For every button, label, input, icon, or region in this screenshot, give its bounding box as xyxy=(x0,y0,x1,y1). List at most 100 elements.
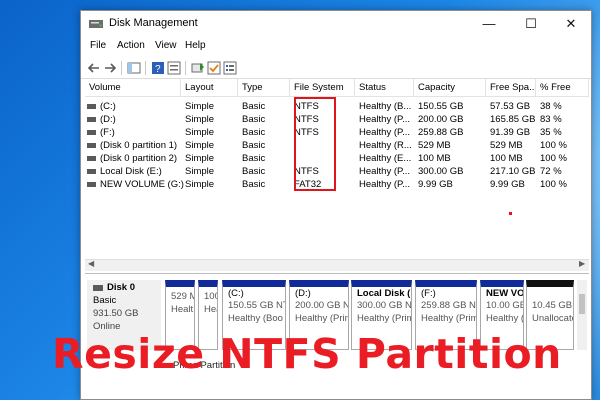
cell-volume: NEW VOLUME (G:) xyxy=(100,179,184,190)
disk-name: Disk 0 xyxy=(107,282,135,293)
partition-name: Local Disk (I xyxy=(357,288,412,299)
cell-status: Healthy (R... xyxy=(359,140,412,151)
disk-type: Basic xyxy=(93,295,117,306)
title-bar: Disk Management — ☐ ✕ xyxy=(81,11,591,37)
cell-layout: Simple xyxy=(185,101,215,112)
cell-status: Healthy (E... xyxy=(359,153,412,164)
partition-status: Healthy (Prim xyxy=(421,313,477,324)
scrollbar-thumb[interactable] xyxy=(579,294,585,314)
partition-name: (D:) xyxy=(295,288,311,299)
overlay-caption: Resize NTFS Partition xyxy=(52,330,562,378)
menu-bar: File Action View Help xyxy=(81,37,591,57)
cell-capacity: 200.00 GB xyxy=(418,114,464,125)
partition-status: Healthy (Prim xyxy=(295,313,349,324)
scroll-right-arrow-icon[interactable]: ▶ xyxy=(579,259,585,268)
menu-view[interactable]: View xyxy=(155,40,177,51)
cell-free-space: 217.10 GB xyxy=(490,166,536,177)
cell-capacity: 259.88 GB xyxy=(418,127,464,138)
back-arrow-icon[interactable] xyxy=(87,61,101,75)
cell-status: Healthy (P... xyxy=(359,179,411,190)
cell-volume: (Disk 0 partition 1) xyxy=(100,140,178,151)
toolbar-separator xyxy=(121,61,122,75)
horizontal-scrollbar[interactable]: ◀ ▶ xyxy=(85,259,589,271)
cell-type: Basic xyxy=(242,101,266,112)
cell-status: Healthy (P... xyxy=(359,127,411,138)
partition-size: 10.00 GB xyxy=(486,300,524,311)
menu-file[interactable]: File xyxy=(90,40,106,51)
partition-size: 100 xyxy=(204,291,217,302)
cell-volume: (Disk 0 partition 2) xyxy=(100,153,178,164)
cell-layout: Simple xyxy=(185,140,215,151)
volume-icon xyxy=(87,182,96,187)
cell-status: Healthy (B... xyxy=(359,101,412,112)
column-header-volume[interactable]: Volume xyxy=(85,79,181,97)
disk-icon xyxy=(93,285,103,291)
cell-percent-free: 100 % xyxy=(540,179,567,190)
refresh-icon[interactable] xyxy=(191,61,205,75)
column-header-type[interactable]: Type xyxy=(238,79,290,97)
partition-name: NEW VO xyxy=(486,288,524,299)
cell-free-space: 100 MB xyxy=(490,153,523,164)
menu-action[interactable]: Action xyxy=(117,40,145,51)
list-icon[interactable] xyxy=(223,61,237,75)
partition-status: Heal xyxy=(204,304,217,315)
toolbar-separator xyxy=(185,61,186,75)
volume-icon xyxy=(87,130,96,135)
menu-help[interactable]: Help xyxy=(185,40,206,51)
volume-list: Volume Layout Type File System Status Ca… xyxy=(85,79,589,271)
cell-capacity: 9.99 GB xyxy=(418,179,453,190)
cell-capacity: 529 MB xyxy=(418,140,451,151)
cell-type: Basic xyxy=(242,179,266,190)
disk-size: 931.50 GB xyxy=(93,308,139,319)
cell-percent-free: 100 % xyxy=(540,153,567,164)
toolbar-separator xyxy=(145,61,146,75)
ntfs-highlight-box xyxy=(294,97,336,191)
volume-icon xyxy=(87,143,96,148)
cell-type: Basic xyxy=(242,140,266,151)
cell-layout: Simple xyxy=(185,127,215,138)
column-header-status[interactable]: Status xyxy=(355,79,414,97)
column-header-percent-free[interactable]: % Free xyxy=(536,79,589,97)
cell-free-space: 529 MB xyxy=(490,140,523,151)
check-icon[interactable] xyxy=(207,61,221,75)
partition-size: 259.88 GB NT xyxy=(421,300,477,311)
toolbar: ? xyxy=(81,57,591,79)
cell-percent-free: 38 % xyxy=(540,101,562,112)
cell-layout: Simple xyxy=(185,179,215,190)
scroll-left-arrow-icon[interactable]: ◀ xyxy=(88,259,94,268)
vertical-scrollbar[interactable] xyxy=(577,280,587,350)
cell-free-space: 9.99 GB xyxy=(490,179,525,190)
cell-capacity: 300.00 GB xyxy=(418,166,464,177)
cell-layout: Simple xyxy=(185,166,215,177)
cell-volume: Local Disk (E:) xyxy=(100,166,162,177)
minimize-button[interactable]: — xyxy=(469,11,509,37)
console-tree-icon[interactable] xyxy=(127,61,141,75)
cell-volume: (C:) xyxy=(100,101,116,112)
red-marker-dot xyxy=(509,212,512,215)
partition-status: Unallocate xyxy=(532,313,574,324)
column-header-free-space[interactable]: Free Spa... xyxy=(486,79,536,97)
column-header-capacity[interactable]: Capacity xyxy=(414,79,486,97)
partition-status: Healthy (Prim xyxy=(357,313,412,324)
help-icon[interactable]: ? xyxy=(151,61,165,75)
column-header-layout[interactable]: Layout xyxy=(181,79,238,97)
volume-icon xyxy=(87,156,96,161)
cell-type: Basic xyxy=(242,166,266,177)
partition-size: 529 M xyxy=(171,291,195,302)
column-header-file-system[interactable]: File System xyxy=(290,79,355,97)
partition-name: (F:) xyxy=(421,288,436,299)
cell-layout: Simple xyxy=(185,114,215,125)
partition-name: (C:) xyxy=(228,288,244,299)
cell-layout: Simple xyxy=(185,153,215,164)
close-button[interactable]: ✕ xyxy=(551,11,591,37)
cell-capacity: 150.55 GB xyxy=(418,101,464,112)
cell-type: Basic xyxy=(242,127,266,138)
cell-percent-free: 72 % xyxy=(540,166,562,177)
maximize-button[interactable]: ☐ xyxy=(511,11,551,37)
partition-status: Healthy (Boo xyxy=(228,313,283,324)
partition-size: 200.00 GB NT xyxy=(295,300,348,311)
forward-arrow-icon[interactable] xyxy=(103,61,117,75)
cell-type: Basic xyxy=(242,153,266,164)
properties-icon[interactable] xyxy=(167,61,181,75)
cell-free-space: 165.85 GB xyxy=(490,114,536,125)
